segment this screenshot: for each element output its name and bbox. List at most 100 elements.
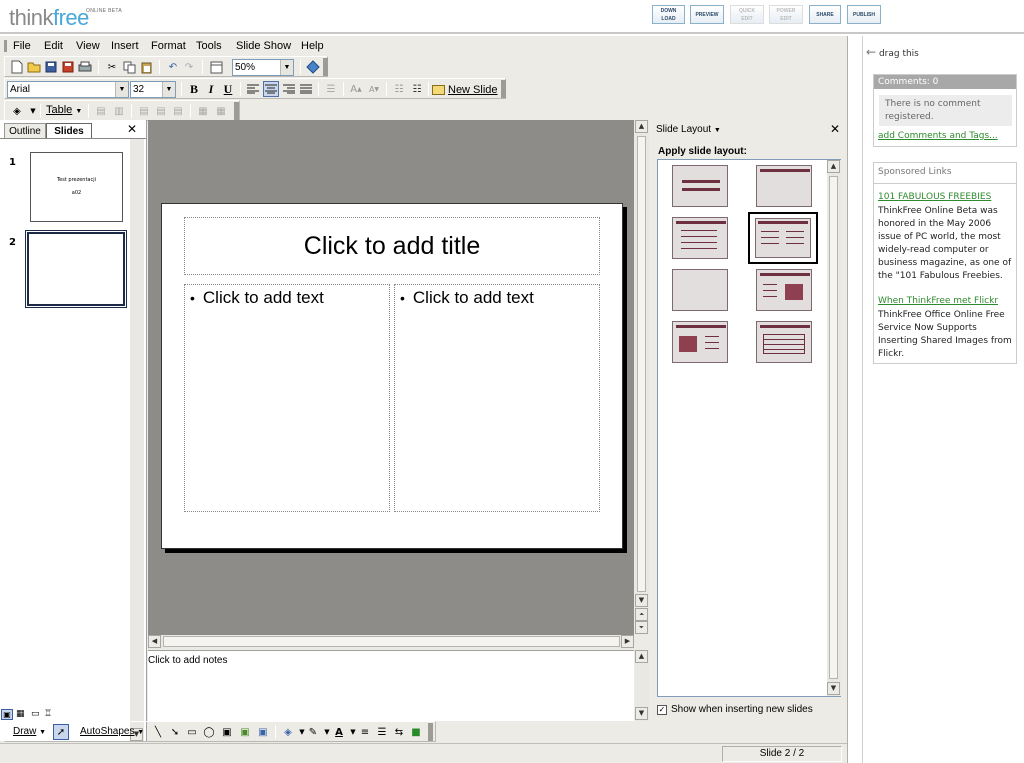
scroll-up-arrow[interactable]: ▲ — [827, 160, 840, 173]
toolbar-grip[interactable] — [428, 723, 433, 741]
rectangle-tool-icon[interactable]: ▭ — [184, 724, 200, 740]
layout-clipart-and-text[interactable] — [672, 321, 728, 363]
menu-tools[interactable]: Tools — [196, 40, 222, 52]
notes-pane[interactable]: Click to add notes — [148, 650, 634, 721]
ad-link-freebies[interactable]: 101 FABULOUS FREEBIES — [878, 192, 991, 202]
scroll-up-arrow[interactable]: ▲ — [635, 120, 648, 133]
previous-slide-icon[interactable]: ⏶ — [635, 608, 648, 621]
slide-thumbnail-2[interactable] — [26, 231, 126, 307]
bold-button[interactable]: B — [186, 81, 202, 97]
slide-canvas[interactable]: Click to add title • Click to add text • C… — [148, 120, 649, 635]
bullets-icon[interactable]: ☰ — [323, 81, 339, 97]
scroll-left-arrow[interactable]: ◀ — [148, 635, 161, 648]
italic-button[interactable]: I — [203, 81, 219, 97]
justify-icon[interactable] — [298, 81, 314, 97]
ad-link-flickr[interactable]: When ThinkFree met Flickr — [878, 296, 998, 306]
arrow-tool-icon[interactable]: ➘ — [167, 724, 183, 740]
align-left-icon[interactable] — [245, 81, 261, 97]
print-icon[interactable] — [77, 59, 93, 75]
layout-panel-title[interactable]: Slide Layout ▼ — [656, 124, 721, 135]
zoom-select[interactable]: 50% ▼ — [232, 59, 294, 76]
table-split-icon[interactable]: ▦ — [213, 103, 229, 119]
canvas-vertical-scrollbar[interactable]: ▲ ▼ ⏶ ⏷ — [635, 120, 649, 635]
layout-title-bar[interactable] — [756, 165, 812, 207]
layout-text-and-clipart[interactable] — [756, 269, 812, 311]
table-insert-row-icon[interactable]: ▤ — [93, 103, 109, 119]
oval-tool-icon[interactable]: ◯ — [201, 724, 217, 740]
toolbar-grip[interactable] — [234, 102, 239, 120]
clipart-icon[interactable]: ▣ — [237, 724, 253, 740]
menu-format[interactable]: Format — [151, 40, 186, 52]
table-align-bottom-icon[interactable]: ▤ — [170, 103, 186, 119]
table-insert-col-icon[interactable]: ▥ — [111, 103, 127, 119]
decrease-font-icon[interactable]: A ▼ — [366, 81, 382, 97]
increase-font-icon[interactable]: A ▲ — [348, 81, 364, 97]
font-select[interactable]: Arial ▼ — [7, 81, 129, 98]
scroll-thumb[interactable] — [829, 176, 838, 679]
drag-handle[interactable]: ← drag this — [866, 45, 919, 59]
save-icon[interactable] — [43, 59, 59, 75]
toolbar-grip[interactable] — [501, 80, 506, 98]
show-layout-checkbox[interactable]: ✓ — [657, 704, 667, 715]
shadow-icon[interactable]: ■ — [408, 724, 424, 740]
title-placeholder[interactable]: Click to add title — [184, 217, 600, 275]
scroll-thumb[interactable] — [163, 636, 620, 647]
table-merge-icon[interactable]: ▦ — [195, 103, 211, 119]
arrow-style-icon[interactable]: ⇆ — [391, 724, 407, 740]
download-button[interactable]: DOWN LOAD — [652, 5, 685, 24]
line-style-icon[interactable]: ≡ — [357, 724, 373, 740]
scroll-down-arrow[interactable]: ▼ — [827, 682, 840, 695]
notes-scrollbar[interactable]: ▲ ▼ — [635, 650, 649, 721]
new-slide-button[interactable]: New Slide — [432, 81, 498, 98]
copy-icon[interactable] — [121, 59, 137, 75]
redo-icon[interactable]: ↷ — [181, 59, 197, 75]
paste-icon[interactable] — [138, 59, 154, 75]
left-content-placeholder[interactable]: • Click to add text — [184, 284, 390, 512]
close-icon[interactable]: ✕ — [127, 122, 137, 136]
new-document-icon[interactable] — [9, 59, 25, 75]
font-size-select[interactable]: 32 ▼ — [130, 81, 176, 98]
save-as-icon[interactable] — [60, 59, 76, 75]
fill-bucket-icon[interactable]: ◈ — [9, 103, 25, 119]
slide-sorter-view-icon[interactable]: ▭ — [31, 709, 40, 719]
publish-button[interactable]: PUBLISH — [847, 5, 881, 24]
line-tool-icon[interactable]: ╲ — [150, 724, 166, 740]
layout-two-content[interactable] — [748, 212, 818, 264]
menu-file[interactable]: File — [13, 40, 31, 52]
cut-icon[interactable]: ✂ — [104, 59, 120, 75]
slide-thumbnail-1[interactable]: Test prezentacji a02 — [30, 152, 123, 222]
layout-title-only[interactable] — [672, 165, 728, 207]
help-diamond-icon[interactable] — [305, 59, 321, 75]
canvas-horizontal-scrollbar[interactable]: ◀ ▶ — [148, 635, 634, 649]
table-align-top-icon[interactable]: ▤ — [136, 103, 152, 119]
slideshow-view-icon[interactable]: ♖ — [44, 709, 52, 719]
close-icon[interactable]: ✕ — [830, 122, 840, 136]
table-menu-button[interactable]: Table ▼ — [46, 104, 82, 116]
menu-slide-show[interactable]: Slide Show — [236, 40, 291, 52]
table-align-middle-icon[interactable]: ▤ — [153, 103, 169, 119]
normal-view-icon[interactable]: ▣ — [1, 709, 13, 720]
scroll-up-arrow[interactable]: ▲ — [635, 650, 648, 663]
toolbar-grip[interactable] — [323, 58, 328, 76]
textbox-tool-icon[interactable]: ▣ — [219, 724, 235, 740]
menu-edit[interactable]: Edit — [44, 40, 63, 52]
align-center-icon[interactable] — [263, 81, 279, 97]
thinkfree-logo[interactable]: thinkfree — [9, 5, 89, 31]
power-edit-button[interactable]: POWER EDIT — [769, 5, 803, 24]
add-comments-link[interactable]: add Comments and Tags... — [878, 131, 998, 141]
slides-scrollbar[interactable]: ▼ — [130, 139, 144, 741]
chevron-down-icon[interactable]: ▼ — [25, 103, 41, 119]
draw-menu-button[interactable]: Draw ▼ — [13, 726, 46, 737]
scroll-down-arrow[interactable]: ▼ — [635, 594, 648, 607]
preview-button[interactable]: PREVIEW — [690, 5, 724, 24]
insert-picture-icon[interactable]: ▣ — [255, 724, 271, 740]
tab-outline[interactable]: Outline — [4, 123, 46, 139]
layout-title-bullets[interactable] — [672, 217, 728, 259]
slide-sorter-icon[interactable] — [208, 59, 224, 75]
show-layout-option[interactable]: ✓ Show when inserting new slides — [657, 704, 813, 715]
menu-help[interactable]: Help — [301, 40, 324, 52]
open-folder-icon[interactable] — [26, 59, 42, 75]
undo-icon[interactable]: ↶ — [165, 59, 181, 75]
right-content-placeholder[interactable]: • Click to add text — [394, 284, 600, 512]
quick-edit-button[interactable]: QUICK EDIT — [730, 5, 764, 24]
